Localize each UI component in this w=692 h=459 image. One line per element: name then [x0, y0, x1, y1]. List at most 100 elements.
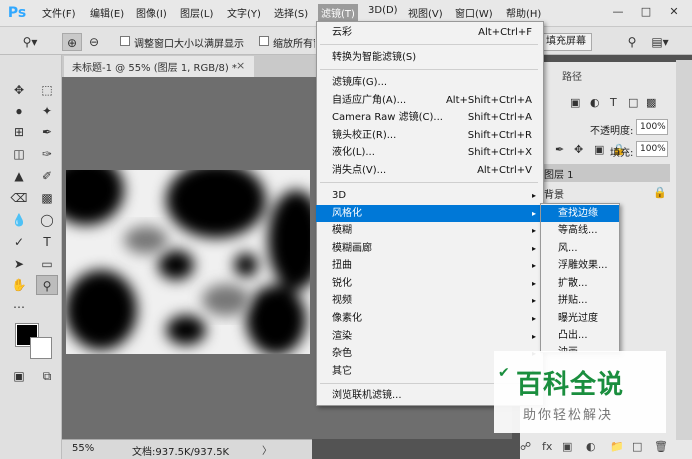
status-zoom[interactable]: 55%: [72, 443, 94, 454]
path-selection-icon[interactable]: ➤: [8, 254, 30, 274]
submenu-item-diffuse[interactable]: 扩散...: [541, 275, 619, 292]
layer-lock-icon: 🔒: [653, 186, 667, 199]
maximize-button[interactable]: □: [638, 4, 654, 20]
menu-select[interactable]: 选择(S): [274, 5, 308, 20]
menu-item-liquify[interactable]: 液化(L)... Shift+Ctrl+X: [316, 144, 544, 161]
status-menu-arrow[interactable]: 〉: [262, 442, 272, 457]
menu-item-pixelate[interactable]: 像素化 ▸: [316, 310, 544, 327]
menu-item-lens-correction[interactable]: 镜头校正(R)... Shift+Ctrl+R: [316, 127, 544, 144]
document-tab[interactable]: 未标题-1 @ 55% (图层 1, RGB/8) *: [64, 56, 254, 77]
blur-tool-icon[interactable]: 💧: [8, 210, 30, 230]
menu-item-clouds[interactable]: 云彩 Alt+Ctrl+F: [316, 24, 544, 41]
fill-field[interactable]: 100%: [636, 141, 668, 157]
menu-3d[interactable]: 3D(D): [368, 5, 398, 16]
adjustment-layer-icon[interactable]: ◐: [586, 440, 596, 453]
submenu-item-find-edges[interactable]: 查找边缘: [541, 205, 619, 222]
layer-style-icon[interactable]: fx: [542, 440, 552, 453]
history-brush-icon[interactable]: ✐: [36, 166, 58, 186]
menu-item-adaptive-wide-angle[interactable]: 自适应广角(A)... Alt+Shift+Ctrl+A: [316, 92, 544, 109]
menu-file[interactable]: 文件(F): [42, 5, 76, 20]
search-icon[interactable]: ⚲: [622, 33, 642, 51]
menu-item-stylize[interactable]: 风格化 ▸: [316, 205, 544, 222]
menu-item-filter-gallery[interactable]: 滤镜库(G)...: [316, 74, 544, 91]
hand-tool-icon[interactable]: ✋: [8, 275, 30, 295]
eraser-tool-icon[interactable]: ⌫: [8, 188, 30, 208]
lock-artboard-icon[interactable]: ▣: [594, 143, 604, 156]
tab-paths[interactable]: 路径: [562, 68, 582, 83]
submenu-item-solarize[interactable]: 曝光过度: [541, 310, 619, 327]
zoom-all-label: 缩放所有窗口: [273, 39, 315, 50]
pen-tool-icon[interactable]: ✓: [8, 232, 30, 252]
submenu-item-wind[interactable]: 风...: [541, 240, 619, 257]
menu-item-blur-gallery[interactable]: 模糊画廊 ▸: [316, 240, 544, 257]
zoom-in-icon[interactable]: ⊕: [62, 33, 82, 51]
submenu-item-extrude[interactable]: 凸出...: [541, 327, 619, 344]
clone-stamp-icon[interactable]: ▲: [8, 166, 30, 186]
eyedropper-icon[interactable]: ✒: [36, 122, 58, 142]
menu-help[interactable]: 帮助(H): [506, 5, 541, 20]
filter-shape-icon[interactable]: □: [628, 96, 638, 109]
menu-item-camera-raw[interactable]: Camera Raw 滤镜(C)... Shift+Ctrl+A: [316, 109, 544, 126]
submenu-item-tiles[interactable]: 拼贴...: [541, 292, 619, 309]
quick-mask-icon[interactable]: ▣: [8, 366, 30, 386]
menu-item-blur[interactable]: 模糊 ▸: [316, 222, 544, 239]
filter-image-icon[interactable]: ▣: [570, 96, 580, 109]
menu-item-sharpen[interactable]: 锐化 ▸: [316, 275, 544, 292]
move-tool-icon[interactable]: ✥: [8, 80, 30, 100]
add-mask-icon[interactable]: ▣: [562, 440, 572, 453]
minimize-button[interactable]: —: [610, 4, 626, 20]
more-tools-icon[interactable]: ⋯: [8, 297, 30, 317]
menu-view[interactable]: 视图(V): [408, 5, 443, 20]
menu-item-distort[interactable]: 扭曲 ▸: [316, 257, 544, 274]
menu-item-smart-filter[interactable]: 转换为智能滤镜(S): [316, 49, 544, 66]
gradient-tool-icon[interactable]: ▩: [36, 188, 58, 208]
screen-mode-icon[interactable]: ⧉: [36, 366, 58, 386]
filter-adjustment-icon[interactable]: ◐: [590, 96, 600, 109]
panel-scrollbar[interactable]: [676, 60, 692, 440]
type-tool-icon[interactable]: T: [36, 232, 58, 252]
menu-layer[interactable]: 图层(L): [180, 5, 213, 20]
opacity-field[interactable]: 100%: [636, 119, 668, 135]
close-tab-icon[interactable]: ×: [236, 59, 245, 72]
link-layers-icon[interactable]: ☍: [520, 440, 531, 453]
zoom-out-icon[interactable]: ⊖: [84, 33, 104, 51]
lasso-tool-icon[interactable]: ⦁: [8, 101, 30, 121]
lock-pixels-icon[interactable]: ✒: [555, 143, 564, 156]
resize-windows-label: 调整窗口大小以满屏显示: [134, 39, 244, 50]
submenu-item-emboss[interactable]: 浮雕效果...: [541, 257, 619, 274]
zoom-tool-icon[interactable]: ⚲: [36, 275, 58, 295]
zoom-tool-preset-icon[interactable]: ⚲▾: [20, 33, 40, 51]
document-canvas[interactable]: [66, 170, 310, 354]
menu-item-video[interactable]: 视频 ▸: [316, 292, 544, 309]
resize-windows-checkbox[interactable]: [120, 36, 130, 46]
zoom-all-checkbox[interactable]: [259, 36, 269, 46]
menu-type[interactable]: 文字(Y): [227, 5, 261, 20]
crop-tool-icon[interactable]: ⊞: [8, 122, 30, 142]
marquee-tool-icon[interactable]: ⬚: [36, 80, 58, 100]
filter-type-icon[interactable]: T: [610, 96, 617, 109]
menu-filter[interactable]: 滤镜(T): [318, 4, 358, 21]
delete-layer-icon[interactable]: 🗑: [654, 440, 668, 453]
new-group-icon[interactable]: 📁: [610, 440, 624, 453]
menu-edit[interactable]: 编辑(E): [90, 5, 124, 20]
filter-smart-object-icon[interactable]: ▩: [646, 96, 656, 109]
close-window-button[interactable]: ✕: [666, 4, 682, 20]
watermark-subtitle: 助你轻松解决: [523, 408, 614, 423]
healing-brush-icon[interactable]: ◫: [8, 144, 30, 164]
rectangle-tool-icon[interactable]: ▭: [36, 254, 58, 274]
new-layer-icon[interactable]: □: [632, 440, 642, 453]
menu-item-3d[interactable]: 3D ▸: [316, 187, 544, 204]
submenu-item-trace-contour[interactable]: 等高线...: [541, 222, 619, 239]
menu-image[interactable]: 图像(I): [136, 5, 167, 20]
background-color-swatch[interactable]: [30, 337, 52, 359]
menu-item-render[interactable]: 渲染 ▸: [316, 328, 544, 345]
brush-tool-icon[interactable]: ✑: [36, 144, 58, 164]
fill-screen-button[interactable]: 填充屏幕: [540, 33, 592, 51]
menu-window[interactable]: 窗口(W): [455, 5, 493, 20]
magic-wand-icon[interactable]: ✦: [36, 101, 58, 121]
workspace-icon[interactable]: ▤▾: [650, 33, 670, 51]
lock-position-icon[interactable]: ✥: [574, 143, 583, 156]
dodge-tool-icon[interactable]: ◯: [36, 210, 58, 230]
menu-item-vanishing-point[interactable]: 消失点(V)... Alt+Ctrl+V: [316, 162, 544, 179]
checkmark-icon: ✔: [498, 365, 510, 381]
